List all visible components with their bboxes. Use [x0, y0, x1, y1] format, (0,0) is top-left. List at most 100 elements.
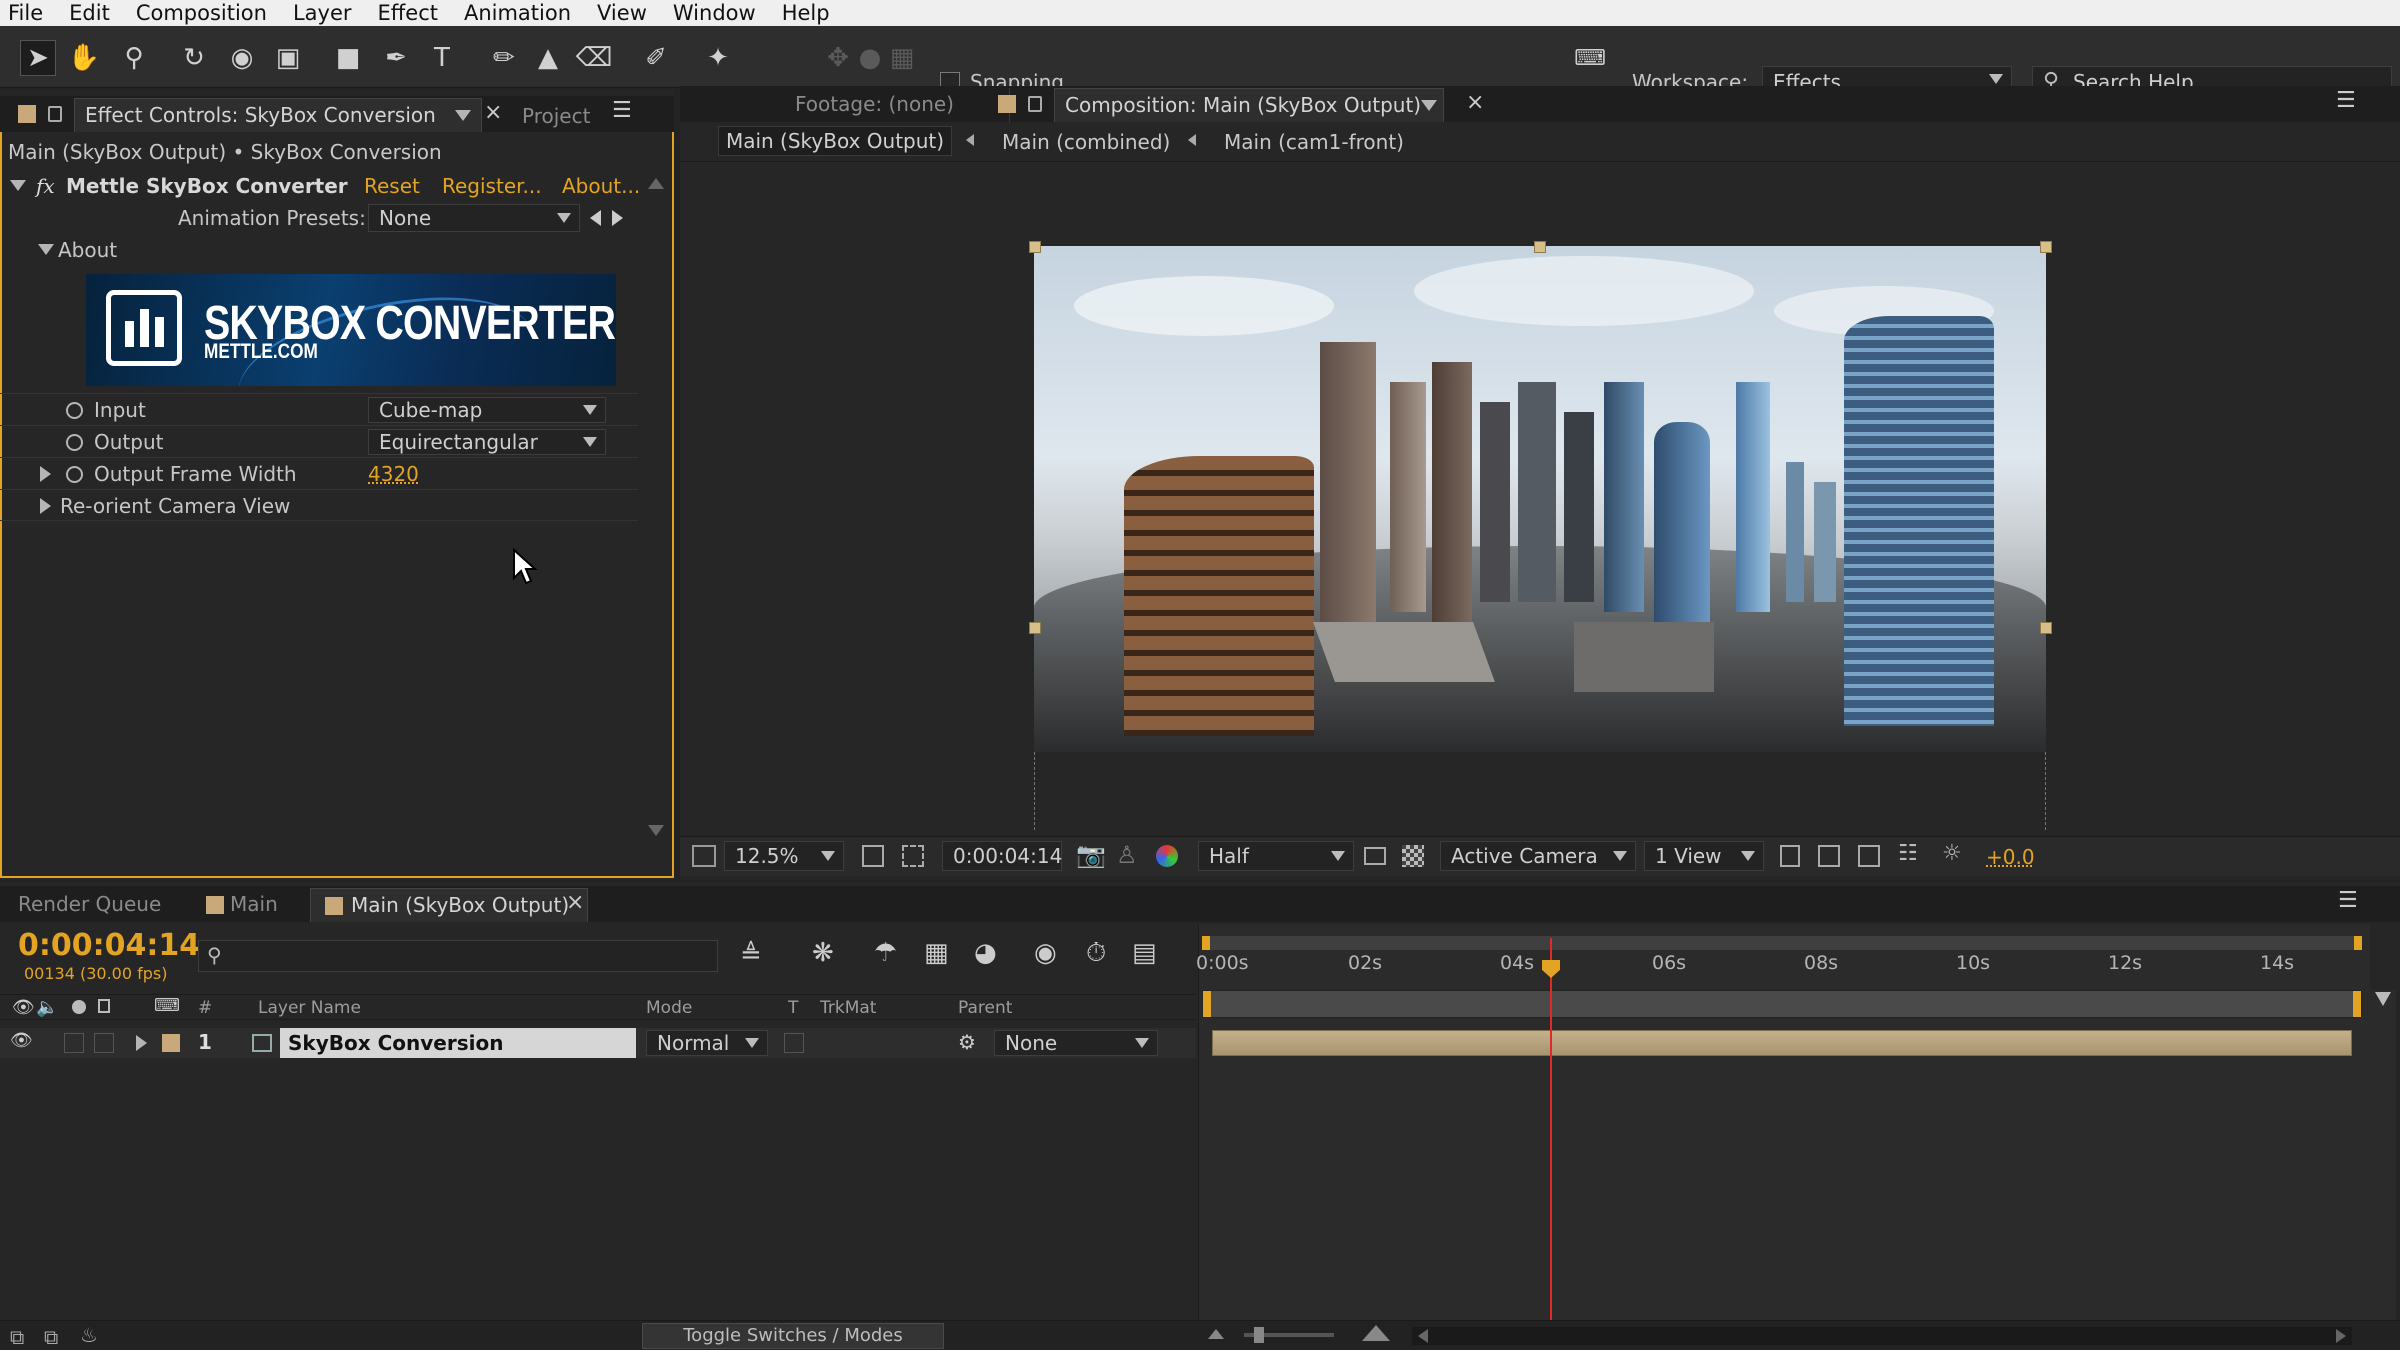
scroll-down-icon[interactable]: [648, 825, 664, 836]
world-axis-icon[interactable]: ●: [852, 40, 888, 76]
preserve-transparency-switch[interactable]: [784, 1033, 804, 1053]
parent-dropdown[interactable]: None: [994, 1030, 1158, 1056]
roto-brush-tool-icon[interactable]: ✐: [638, 40, 674, 76]
region-of-interest-icon[interactable]: [1364, 847, 1386, 865]
composition-canvas[interactable]: [1034, 246, 2046, 752]
panel-menu-icon[interactable]: ☰: [2336, 88, 2356, 113]
always-preview-icon[interactable]: [692, 845, 716, 867]
eraser-tool-icon[interactable]: ⌫: [576, 40, 613, 76]
view-axis-icon[interactable]: ▦: [884, 40, 920, 76]
shy-layers-icon[interactable]: ☂: [874, 938, 897, 968]
menu-edit[interactable]: Edit: [69, 1, 124, 25]
eye-icon[interactable]: 👁: [12, 997, 35, 1018]
scroll-left-icon[interactable]: [1418, 1329, 1428, 1343]
navigator-end[interactable]: [2353, 991, 2361, 1017]
navigator-start[interactable]: [1203, 991, 1211, 1017]
about-group-row[interactable]: About: [0, 234, 638, 266]
input-dropdown[interactable]: Cube-map: [368, 397, 606, 423]
toggle-pixel-aspect-icon[interactable]: [1780, 845, 1800, 867]
crumb-cam1-front[interactable]: Main (cam1-front): [1224, 130, 1404, 154]
menu-composition[interactable]: Composition: [136, 1, 281, 25]
toggle-switches-modes-button[interactable]: Toggle Switches / Modes: [642, 1323, 944, 1349]
speaker-icon[interactable]: 🔈: [36, 997, 58, 1018]
safe-zones-icon[interactable]: [902, 845, 924, 867]
timeline-graph-area[interactable]: [1198, 924, 2370, 1320]
tab-render-queue[interactable]: Render Queue: [8, 888, 171, 920]
time-navigator[interactable]: [1202, 990, 2362, 1018]
flowchart-icon[interactable]: ☷: [1898, 841, 1918, 866]
pan-behind-tool-icon[interactable]: ▣: [270, 40, 306, 76]
zoom-dropdown[interactable]: 12.5%: [724, 841, 844, 871]
transparency-grid-icon[interactable]: [1402, 845, 1424, 867]
snapshot-camera-icon[interactable]: 📷: [1076, 841, 1106, 869]
stopwatch-icon[interactable]: [66, 402, 83, 419]
zoom-out-icon[interactable]: [1208, 1329, 1224, 1339]
camera-orbit-tool-icon[interactable]: ◉: [224, 40, 260, 76]
local-axis-icon[interactable]: ✥: [820, 40, 856, 76]
exposure-icon[interactable]: ☼: [1942, 841, 1962, 866]
transfer-controls-icon[interactable]: ⧉: [44, 1325, 58, 1349]
register-link[interactable]: Register...: [442, 174, 542, 198]
in-out-icon[interactable]: ♨: [80, 1323, 98, 1347]
layer-name-field[interactable]: SkyBox Conversion: [280, 1028, 636, 1058]
fast-previews-icon[interactable]: [1818, 845, 1840, 867]
layer-visibility-eye-icon[interactable]: 👁: [10, 1030, 33, 1051]
layer-search-field[interactable]: ⚲: [198, 940, 718, 972]
tab-footage[interactable]: Footage: (none): [740, 88, 1010, 122]
collapse-triangle-icon[interactable]: [10, 180, 26, 191]
panel-menu-icon[interactable]: ☰: [612, 98, 632, 123]
brush-tool-icon[interactable]: ✏: [486, 40, 522, 76]
brainstorm-icon[interactable]: ◉: [1034, 938, 1057, 968]
frame-width-value[interactable]: 4320: [368, 462, 419, 486]
expand-triangle-icon[interactable]: [40, 466, 51, 482]
frame-blending-icon[interactable]: ▦: [924, 938, 949, 968]
selection-tool-icon[interactable]: ➤: [20, 40, 56, 76]
tab-composition[interactable]: Composition: Main (SkyBox Output): [1054, 88, 1444, 122]
channels-icon[interactable]: [1156, 845, 1178, 867]
horizontal-scrollbar[interactable]: [1412, 1327, 2352, 1345]
preset-next-icon[interactable]: [612, 210, 623, 226]
lock-icon[interactable]: [98, 999, 110, 1013]
type-tool-icon[interactable]: T: [424, 40, 460, 76]
preset-prev-icon[interactable]: [590, 210, 601, 226]
resolution-dropdown[interactable]: Half: [1198, 841, 1354, 871]
work-area-start[interactable]: [1202, 936, 1210, 950]
zoom-in-icon[interactable]: [1362, 1325, 1390, 1341]
puppet-pin-tool-icon[interactable]: ✦: [700, 40, 736, 76]
reset-link[interactable]: Reset: [364, 174, 420, 198]
close-icon[interactable]: ×: [1466, 90, 1484, 115]
layer-row[interactable]: 👁 1 SkyBox Conversion Normal ⚙ None: [0, 1028, 1196, 1058]
rectangle-tool-icon[interactable]: ■: [330, 40, 366, 76]
chevron-down-icon[interactable]: [1421, 100, 1437, 111]
scroll-right-icon[interactable]: [2336, 1329, 2346, 1343]
camera-dropdown[interactable]: Active Camera: [1440, 841, 1636, 871]
col-layer-name[interactable]: Layer Name: [258, 998, 361, 1018]
expand-triangle-icon[interactable]: [38, 244, 54, 255]
panel-menu-icon[interactable]: ☰: [2338, 888, 2358, 913]
stopwatch-icon[interactable]: [66, 466, 83, 483]
transform-handle[interactable]: [2040, 622, 2052, 634]
layer-mode-dropdown[interactable]: Normal: [646, 1030, 768, 1056]
pickwhip-icon[interactable]: ⚙: [958, 1030, 976, 1054]
transform-handle[interactable]: [1029, 241, 1041, 253]
timeline-vertical-scrollbar[interactable]: [2370, 990, 2396, 1320]
work-area-end[interactable]: [2354, 936, 2362, 950]
zoom-tool-icon[interactable]: ⚲: [116, 40, 152, 76]
zoom-slider[interactable]: [1244, 1327, 1334, 1343]
timeline-timecode[interactable]: 0:00:04:14: [18, 928, 200, 963]
menu-effect[interactable]: Effect: [378, 1, 452, 25]
output-dropdown[interactable]: Equirectangular: [368, 429, 606, 455]
transform-handle[interactable]: [1534, 241, 1546, 253]
tab-main-skybox-output[interactable]: Main (SkyBox Output): [310, 888, 588, 922]
draft-3d-icon[interactable]: ❋: [812, 938, 834, 968]
tab-effect-controls[interactable]: Effect Controls: SkyBox Conversion: [74, 98, 482, 132]
layer-label-color[interactable]: [162, 1034, 180, 1052]
auto-keyframe-icon[interactable]: ⏱: [1086, 938, 1106, 969]
graph-editor-icon[interactable]: ▤: [1132, 938, 1157, 968]
reorient-row[interactable]: Re-orient Camera View: [0, 489, 638, 521]
tab-project[interactable]: Project: [512, 100, 600, 132]
layer-lock-switch[interactable]: [94, 1033, 114, 1053]
close-icon[interactable]: ×: [484, 100, 502, 125]
expand-triangle-icon[interactable]: [40, 498, 51, 514]
timeline-icon[interactable]: [1858, 845, 1880, 867]
